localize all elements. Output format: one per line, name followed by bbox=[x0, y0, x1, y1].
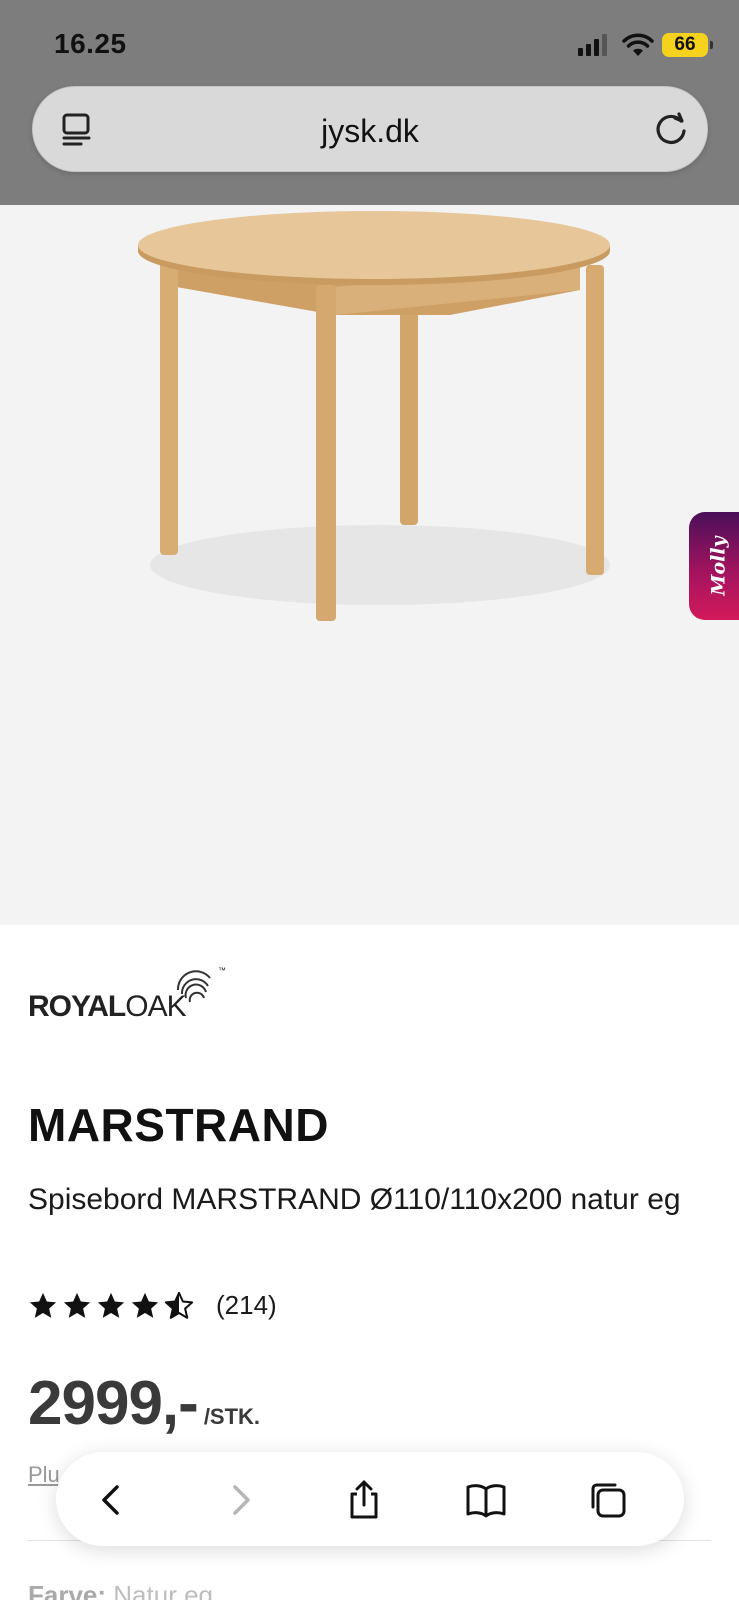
browser-top-chrome: 16.25 66 jysk.dk bbox=[0, 0, 739, 205]
brand-logo[interactable]: ROYAL OAK ™ bbox=[28, 966, 226, 1024]
color-label: Farve: bbox=[28, 1580, 107, 1600]
star-full-icon bbox=[131, 1292, 159, 1318]
reload-icon[interactable] bbox=[651, 109, 691, 149]
plus-link[interactable]: Plu bbox=[28, 1462, 60, 1488]
price-unit: /STK. bbox=[203, 1404, 261, 1429]
cellular-signal-icon bbox=[578, 34, 607, 56]
review-count[interactable]: (214) bbox=[216, 1290, 277, 1321]
forward-button[interactable] bbox=[214, 1474, 266, 1526]
share-icon bbox=[350, 1480, 378, 1519]
product-price: 2999,- bbox=[28, 1369, 199, 1438]
battery-indicator: 66 bbox=[662, 33, 713, 57]
chevron-right-icon bbox=[233, 1485, 250, 1515]
star-half-icon bbox=[164, 1291, 194, 1319]
address-bar[interactable]: jysk.dk bbox=[32, 86, 708, 172]
book-icon bbox=[466, 1484, 506, 1518]
star-full-icon bbox=[29, 1292, 57, 1318]
wifi-icon bbox=[622, 33, 654, 56]
share-button[interactable] bbox=[338, 1474, 390, 1526]
color-value: Natur eg bbox=[113, 1580, 214, 1600]
chevron-left-icon bbox=[102, 1485, 119, 1515]
product-rating[interactable]: (214) bbox=[28, 1290, 277, 1321]
price-row: 2999,- /STK. bbox=[28, 1368, 260, 1439]
product-image-gallery[interactable] bbox=[0, 205, 739, 925]
product-title: MARSTRAND bbox=[28, 1099, 329, 1151]
star-full-icon bbox=[63, 1292, 91, 1318]
back-button[interactable] bbox=[86, 1474, 138, 1526]
browser-bottom-toolbar bbox=[56, 1452, 684, 1546]
brand-trademark: ™ bbox=[218, 966, 226, 975]
url-text[interactable]: jysk.dk bbox=[33, 113, 707, 150]
tabs-icon bbox=[591, 1483, 626, 1518]
star-full-icon bbox=[97, 1292, 125, 1318]
rating-stars bbox=[28, 1291, 194, 1321]
status-time: 16.25 bbox=[54, 28, 127, 59]
color-row[interactable]: Farve: Natur eg bbox=[28, 1580, 213, 1600]
dining-table-image bbox=[138, 211, 610, 621]
chat-widget-label: Molly bbox=[708, 536, 730, 596]
chat-widget-tab[interactable]: Molly bbox=[689, 512, 739, 620]
brand-logo-royal: ROYAL bbox=[28, 990, 126, 1023]
tabs-button[interactable] bbox=[582, 1474, 634, 1526]
product-description: Spisebord MARSTRAND Ø110/110x200 natur e… bbox=[28, 1183, 681, 1216]
bookmarks-button[interactable] bbox=[460, 1474, 512, 1526]
